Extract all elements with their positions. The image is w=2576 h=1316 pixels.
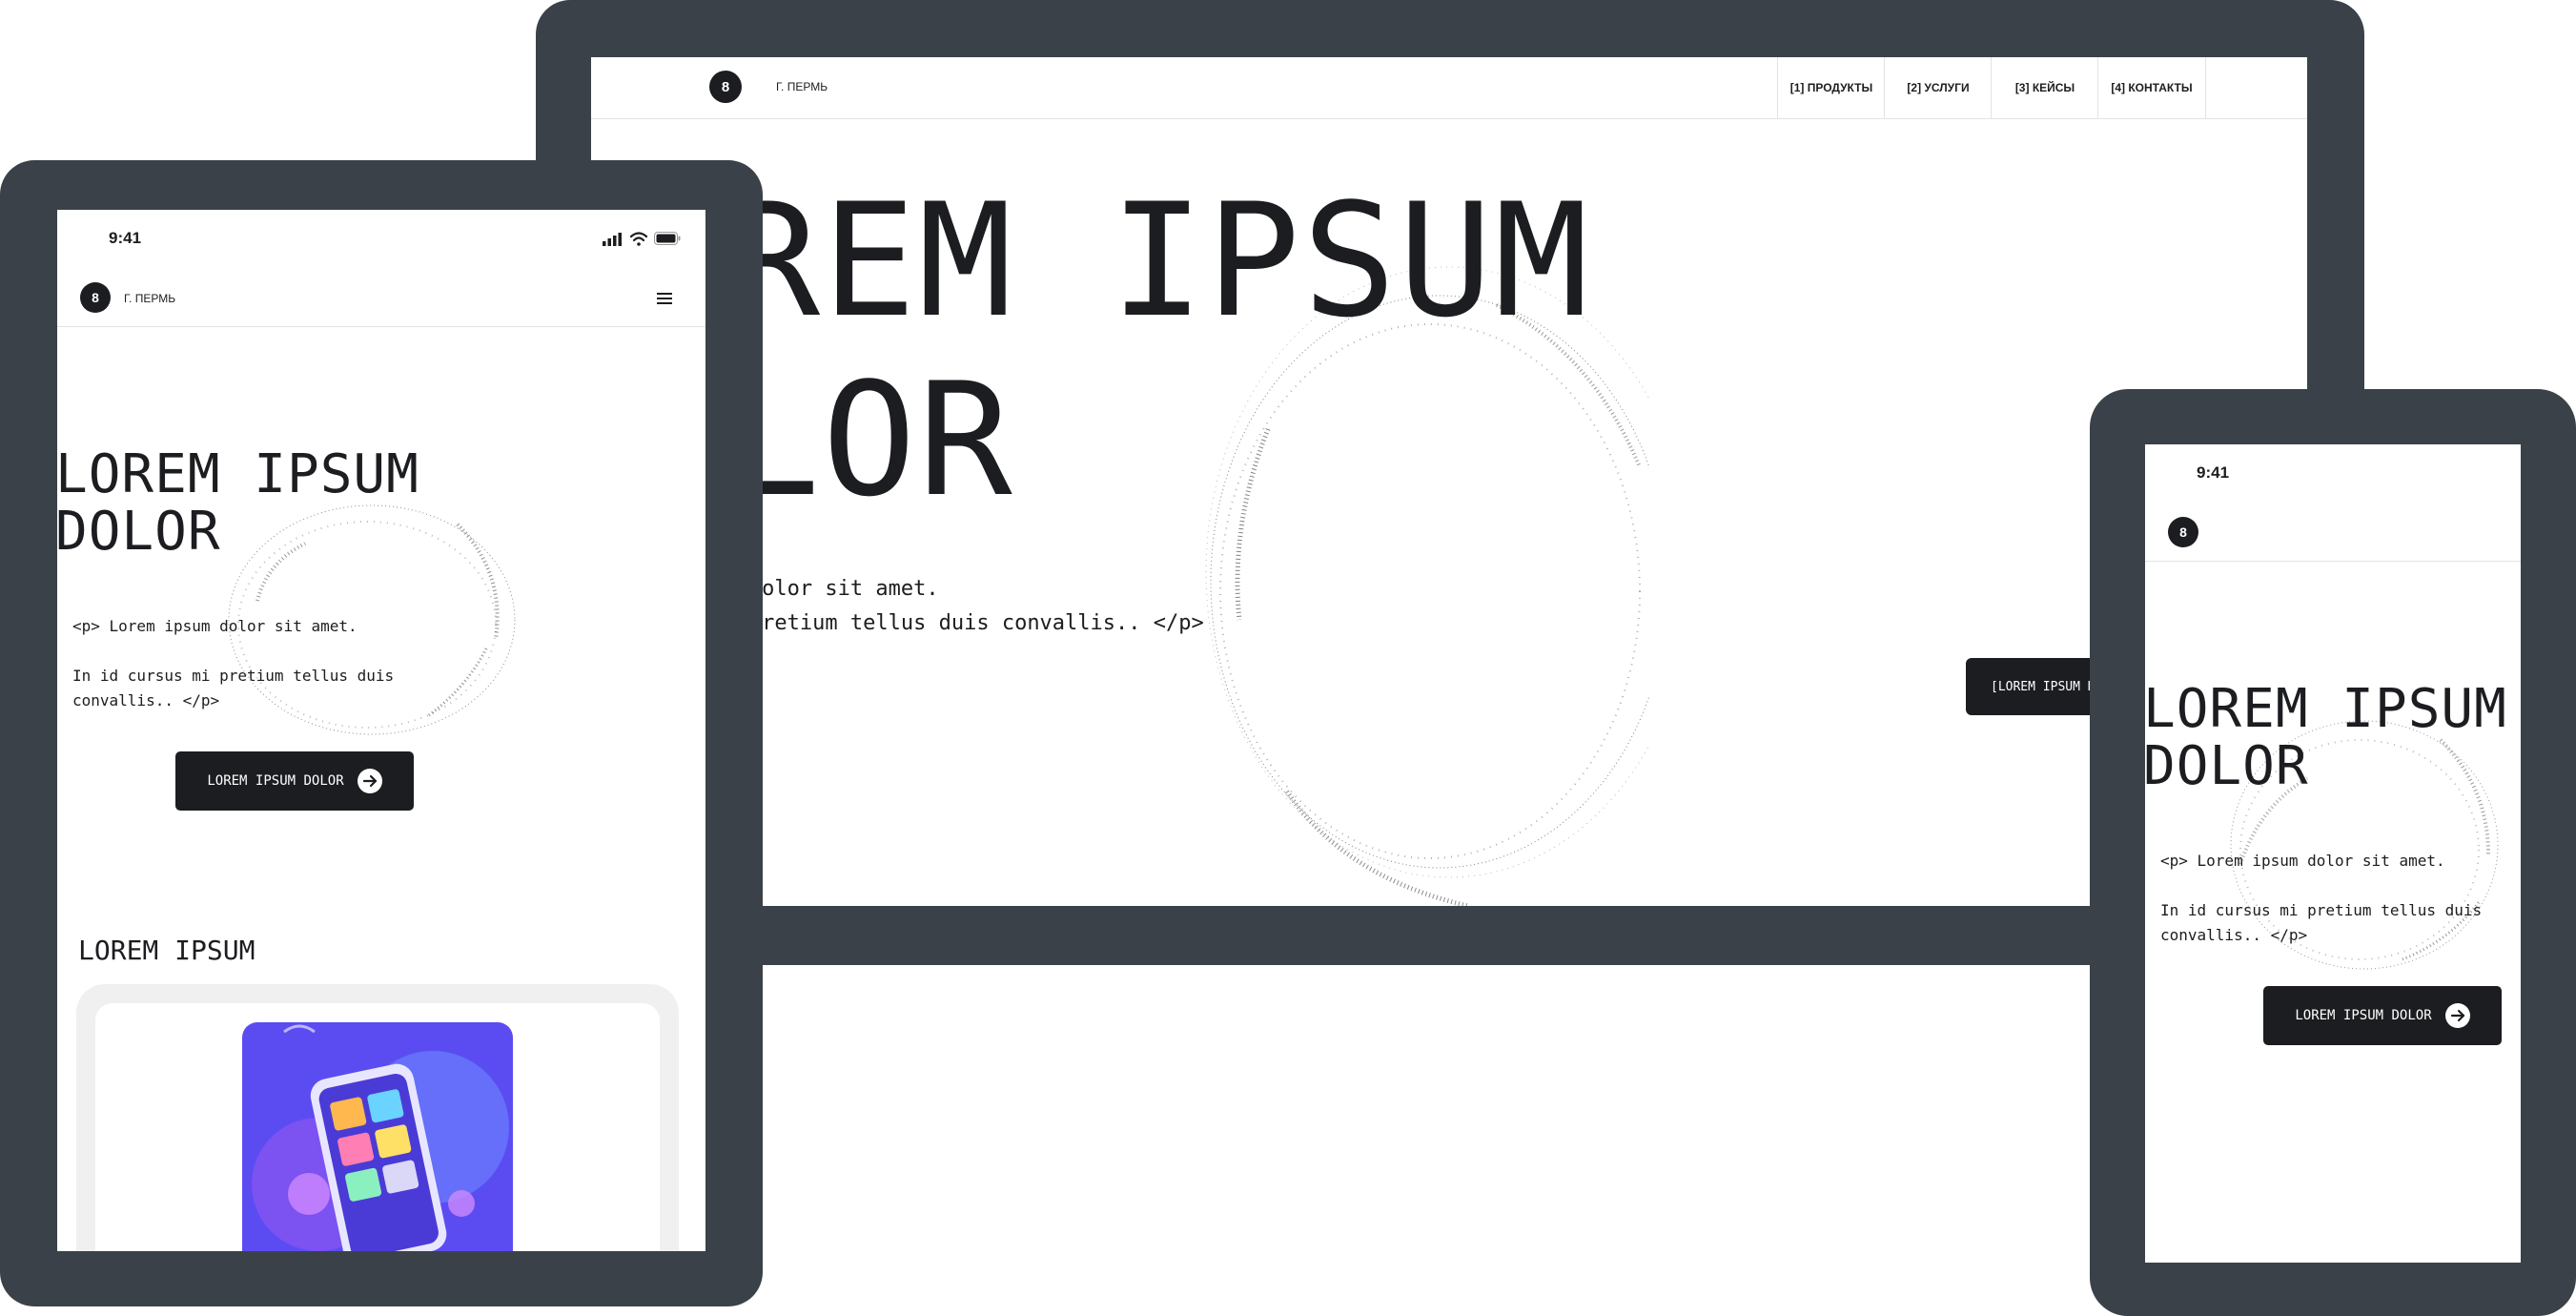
phone-screen: 9:41 8 LOREM IPSUM DOLOR <p> Lorem ipsum… (2145, 444, 2521, 1263)
city-label: Г. ПЕРМЬ (776, 80, 828, 93)
phone-header: 8 (2145, 504, 2521, 562)
section-title: LOREM IPSUM (78, 935, 256, 966)
nav-item-services[interactable]: [2] УСЛУГИ (1884, 57, 1992, 118)
nav-item-cases[interactable]: [3] КЕЙСЫ (1991, 57, 2098, 118)
tablet-cta-button[interactable]: LOREM IPSUM DOLOR (175, 751, 414, 811)
logo-icon[interactable]: 8 (2168, 517, 2198, 547)
status-time: 9:41 (2197, 463, 2230, 482)
cta-label: LOREM IPSUM DOLOR (207, 773, 344, 789)
menu-icon[interactable] (656, 292, 673, 305)
tablet-screen: 9:41 8 Г. ПЕРМЬ LOREM IPSUM DOLOR <p> Lo… (57, 210, 705, 1251)
arrow-right-icon (2444, 1003, 2470, 1028)
battery-icon (654, 232, 681, 245)
desktop-header: 8 Г. ПЕРМЬ [1] ПРОДУКТЫ [2] УСЛУГИ [3] К… (591, 57, 2307, 119)
wifi-icon (629, 232, 648, 246)
desktop-screen: 8 Г. ПЕРМЬ [1] ПРОДУКТЫ [2] УСЛУГИ [3] К… (591, 57, 2307, 906)
nav-item-products[interactable]: [1] ПРОДУКТЫ (1777, 57, 1885, 118)
phone-app-illustration (242, 1022, 513, 1251)
nav-item-contacts[interactable]: [4] КОНТАКТЫ (2097, 57, 2206, 118)
cta-label: LOREM IPSUM DOLOR (2295, 1008, 2432, 1023)
hero-title-line1: LOREM IPSUM (57, 443, 419, 505)
status-time: 9:41 (109, 229, 142, 247)
signal-icon (603, 233, 622, 246)
city-label: Г. ПЕРМЬ (124, 292, 176, 305)
phone-cta-button[interactable]: LOREM IPSUM DOLOR (2263, 986, 2502, 1045)
logo-icon[interactable]: 8 (80, 282, 111, 313)
hero-paragraph: <p> Lorem ipsum dolor sit amet. In id cu… (72, 617, 395, 709)
hero-title-line1: LOREM IPSUM (2145, 678, 2507, 740)
tablet-header: 8 Г. ПЕРМЬ (57, 269, 705, 327)
hero-title-line2: DOLOR (2145, 735, 2309, 797)
logo-icon[interactable]: 8 (709, 71, 742, 103)
arrow-right-icon (357, 769, 382, 793)
hero-title-line2: DOLOR (57, 501, 221, 563)
hero-paragraph: <p> Lorem ipsum dolor sit amet. In id cu… (2160, 852, 2483, 944)
